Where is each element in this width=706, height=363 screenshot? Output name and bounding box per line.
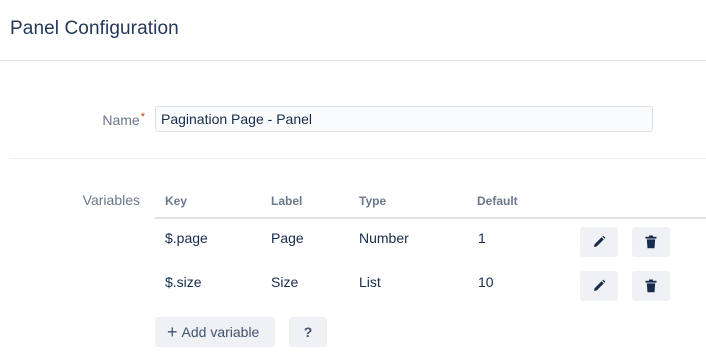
pencil-icon: [594, 235, 606, 247]
table-header-divider: [155, 217, 706, 219]
cell-label: Size: [271, 274, 299, 290]
edit-button[interactable]: [580, 271, 618, 301]
add-variable-label: Add variable: [181, 324, 260, 340]
delete-button[interactable]: [632, 271, 670, 301]
help-button[interactable]: ?: [289, 317, 327, 347]
cell-key: $.size: [165, 274, 202, 290]
cell-default: 10: [478, 274, 494, 290]
add-variable-button[interactable]: + Add variable: [155, 317, 275, 347]
cell-type: List: [359, 274, 381, 290]
section-divider: [10, 158, 706, 159]
cell-default: 1: [478, 230, 486, 246]
delete-button[interactable]: [632, 227, 670, 257]
trash-icon: [645, 279, 657, 293]
name-input[interactable]: [155, 106, 653, 132]
name-label-wrap: Name*: [90, 111, 145, 128]
name-label: Name: [102, 112, 140, 128]
page-title: Panel Configuration: [10, 18, 179, 39]
pencil-icon: [594, 279, 606, 291]
column-header-label: Label: [271, 194, 303, 208]
cell-key: $.page: [165, 230, 208, 246]
trash-icon: [645, 235, 657, 249]
edit-button[interactable]: [580, 227, 618, 257]
column-header-default: Default: [477, 194, 518, 208]
variables-label: Variables: [82, 192, 140, 208]
plus-icon: +: [167, 322, 178, 342]
required-mark: *: [140, 111, 145, 123]
column-header-key: Key: [165, 194, 188, 208]
column-header-type: Type: [359, 194, 387, 208]
panel-header: Panel Configuration: [0, 0, 706, 61]
cell-type: Number: [359, 230, 409, 246]
cell-label: Page: [271, 230, 304, 246]
